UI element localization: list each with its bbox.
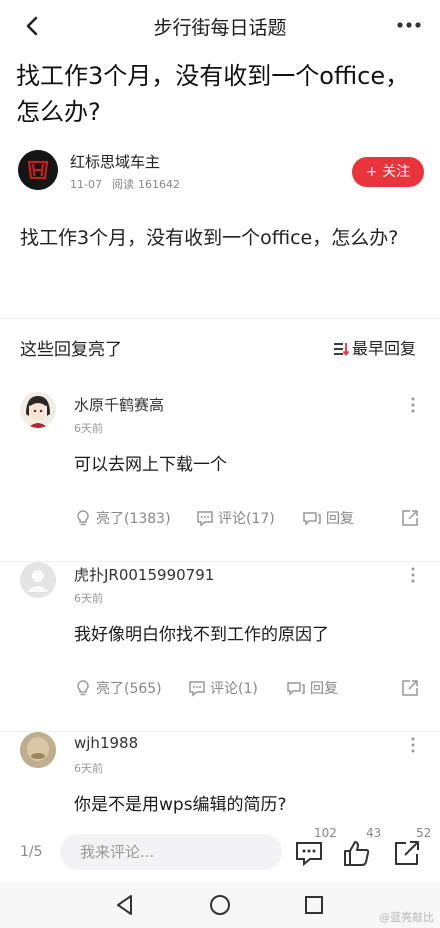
like-button[interactable]: 亮了(565) (74, 678, 162, 700)
reply-icon (287, 682, 305, 696)
more-vertical-icon[interactable] (410, 396, 416, 414)
comment-item: 水原千鹤赛高 6天前 可以去网上下载一个 亮了(1383) 评论(17) 回复 (0, 392, 440, 562)
default-user-icon (20, 562, 56, 598)
more-horizontal-icon[interactable] (396, 20, 422, 30)
comment-item: wjh1988 6天前 你是不是用wps编辑的简历? (0, 732, 440, 822)
author-avatar[interactable] (18, 150, 58, 190)
reply-label: 回复 (310, 681, 338, 697)
commenter-avatar[interactable] (20, 732, 56, 768)
nav-recents-icon[interactable] (301, 892, 327, 918)
commenter-name[interactable]: 虎扑JR0015990791 (74, 564, 214, 585)
top-bar: 步行街每日话题 (0, 0, 440, 52)
comment-text: 我好像明白你找不到工作的原因了 (74, 625, 329, 645)
reply-button[interactable]: 回复 (286, 678, 338, 700)
comment-actions: 亮了(565) 评论(1) 回复 (74, 678, 422, 700)
post-title: 找工作3个月，没有收到一个office，怎么办? (16, 62, 410, 126)
share-button[interactable] (400, 678, 424, 700)
comment-text: 你是不是用wps编辑的简历? (74, 795, 287, 815)
reply-icon (303, 512, 321, 526)
honda-logo-icon (18, 150, 58, 190)
section-title: 这些回复亮了 (20, 340, 122, 360)
nav-back-icon[interactable] (112, 892, 138, 918)
anime-girl-avatar-icon (26, 396, 50, 428)
comment-label: 评论(17) (218, 511, 275, 527)
commenter-avatar[interactable] (20, 562, 56, 598)
like-label: 亮了(1383) (96, 511, 171, 527)
comment-text: 可以去网上下载一个 (74, 455, 227, 475)
watermark: @蓝亮敲比 (379, 911, 434, 924)
comment-button[interactable]: 评论(1) (188, 678, 258, 700)
bottom-bar: 1/5 我来评论... 102 43 52 (0, 822, 440, 882)
comment-item: 虎扑JR0015990791 6天前 我好像明白你找不到工作的原因了 亮了(56… (0, 562, 440, 732)
comment-input[interactable]: 我来评论... (60, 834, 282, 870)
comment-bubble-icon[interactable] (294, 838, 324, 868)
commenter-name[interactable]: wjh1988 (74, 734, 138, 752)
comment-time: 6天前 (74, 592, 103, 605)
share-icon (402, 510, 418, 526)
lightbulb-icon (77, 680, 89, 696)
photo-avatar-icon (20, 732, 56, 768)
sort-icon (333, 343, 349, 356)
like-button[interactable]: 亮了(1383) (74, 508, 171, 530)
author-row: 红标思域车主 11-07 阅读 161642 + 关注 (16, 150, 424, 194)
sort-button[interactable]: 最早回复 (333, 335, 416, 359)
page-indicator[interactable]: 1/5 (20, 844, 43, 860)
thumbs-up-icon[interactable] (342, 838, 372, 868)
commenter-avatar[interactable] (20, 392, 56, 428)
sort-label: 最早回复 (351, 339, 416, 358)
divider (0, 318, 440, 319)
reply-label: 回复 (326, 511, 354, 527)
comment-label: 评论(1) (210, 681, 258, 697)
comment-button[interactable]: 评论(17) (196, 508, 275, 530)
comment-icon (189, 681, 205, 697)
system-nav-bar: @蓝亮敲比 (0, 882, 440, 928)
comment-icon (197, 511, 213, 527)
share-icon (402, 680, 418, 696)
lightbulb-icon (77, 510, 89, 526)
comment-actions: 亮了(1383) 评论(17) 回复 (74, 508, 422, 530)
commenter-name[interactable]: 水原千鹤赛高 (74, 394, 164, 415)
share-icon[interactable] (392, 838, 422, 868)
author-name[interactable]: 红标思域车主 (70, 151, 160, 172)
like-label: 亮了(565) (96, 681, 162, 697)
more-vertical-icon[interactable] (410, 736, 416, 754)
author-meta: 11-07 阅读 161642 (70, 176, 190, 192)
nav-home-icon[interactable] (207, 892, 233, 918)
reply-button[interactable]: 回复 (302, 508, 354, 530)
page-title: 步行街每日话题 (153, 17, 287, 39)
comment-time: 6天前 (74, 422, 103, 435)
post-date: 11-07 (70, 178, 102, 191)
follow-button[interactable]: + 关注 (352, 157, 424, 187)
read-count: 161642 (137, 178, 180, 191)
comment-time: 6天前 (74, 762, 103, 775)
share-button[interactable] (400, 508, 424, 530)
post-body: 找工作3个月，没有收到一个office，怎么办? (20, 227, 399, 249)
read-label: 阅读 (111, 178, 134, 191)
more-vertical-icon[interactable] (410, 566, 416, 584)
